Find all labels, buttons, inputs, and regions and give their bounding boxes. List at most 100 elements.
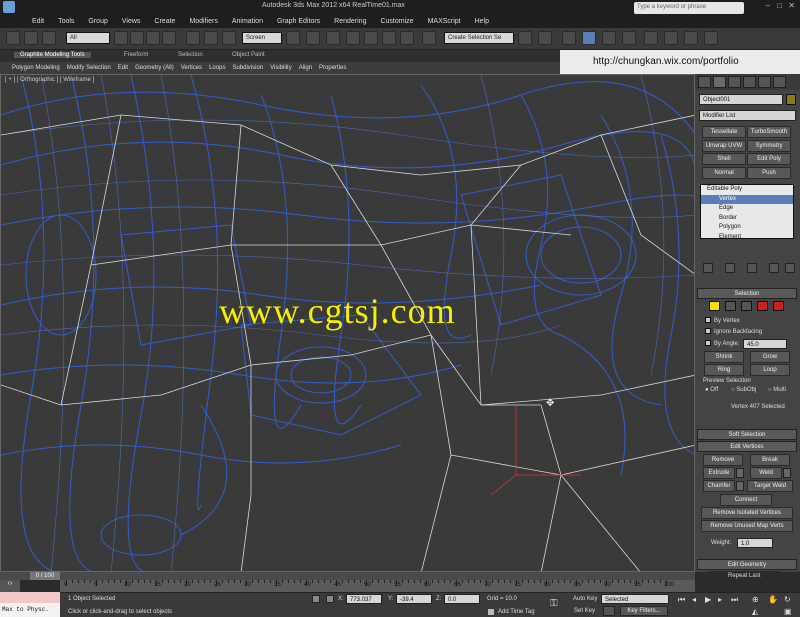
panel-subdivision[interactable]: Subdivision xyxy=(232,65,263,71)
mirror-icon[interactable] xyxy=(518,31,532,45)
extrude-settings-icon[interactable] xyxy=(736,468,744,478)
shrink-button[interactable]: Shrink xyxy=(704,351,744,363)
timeline-left-arrow-icon[interactable]: ‹› xyxy=(0,580,20,592)
ring-button[interactable]: Ring xyxy=(704,364,744,376)
modifier-turbosmooth-button[interactable]: TurboSmooth xyxy=(747,126,791,138)
object-color-swatch[interactable] xyxy=(786,94,796,105)
weld-settings-icon[interactable] xyxy=(783,468,791,478)
selection-region-icon[interactable] xyxy=(146,31,160,45)
preview-subobj-radio[interactable]: ○ SubObj xyxy=(731,387,756,393)
repeat-last-label[interactable]: Repeat Last xyxy=(728,573,760,579)
stack-item-border[interactable]: Border xyxy=(701,214,793,224)
panel-modify-selection[interactable]: Modify Selection xyxy=(67,65,111,71)
viewport-label[interactable]: [ + ] [ Orthographic ] [ Wireframe ] xyxy=(5,77,94,83)
connect-button[interactable]: Connect xyxy=(720,494,772,506)
menu-modifiers[interactable]: Modifiers xyxy=(189,18,217,25)
tab-freeform[interactable]: Freeform xyxy=(124,52,148,58)
field-of-view-icon[interactable]: ◭ xyxy=(752,607,758,616)
viewport-orthographic[interactable]: [ + ] [ Orthographic ] [ Wireframe ] www… xyxy=(0,74,695,572)
chamfer-button[interactable]: Chamfer xyxy=(703,480,735,492)
menu-customize[interactable]: Customize xyxy=(380,18,413,25)
menu-group[interactable]: Group xyxy=(88,18,107,25)
motion-tab-icon[interactable] xyxy=(743,76,756,88)
by-vertex-checkbox[interactable]: By Vertex xyxy=(705,317,740,324)
search-input[interactable]: Type a keyword or phrase xyxy=(634,2,744,14)
extrude-button[interactable]: Extrude xyxy=(703,467,735,479)
preview-off-radio[interactable]: ● Off xyxy=(705,387,718,393)
menu-maxscript[interactable]: MAXScript xyxy=(428,18,461,25)
panel-align[interactable]: Align xyxy=(299,65,312,71)
rendered-frame-icon[interactable] xyxy=(684,31,698,45)
weight-value-field[interactable]: 1.0 xyxy=(737,538,773,548)
make-unique-icon[interactable] xyxy=(747,263,757,273)
named-selection-dropdown[interactable]: Create Selection Se xyxy=(444,32,514,44)
menu-tools[interactable]: Tools xyxy=(58,18,74,25)
layer-manager-icon[interactable] xyxy=(562,31,576,45)
align-icon[interactable] xyxy=(538,31,552,45)
time-tag-icon[interactable] xyxy=(488,609,494,615)
window-minimize-icon[interactable]: – xyxy=(766,1,770,10)
material-editor-icon[interactable] xyxy=(644,31,658,45)
polygon-mode-icon[interactable] xyxy=(757,301,768,311)
weld-button[interactable]: Weld xyxy=(750,467,782,479)
panel-loops[interactable]: Loops xyxy=(209,65,225,71)
play-icon[interactable]: ▶ xyxy=(705,595,711,604)
panel-polygon-modeling[interactable]: Polygon Modeling xyxy=(12,65,60,71)
panel-edit[interactable]: Edit xyxy=(118,65,128,71)
set-key-button[interactable]: Set Key xyxy=(574,608,595,614)
vertex-mode-icon[interactable] xyxy=(709,301,720,311)
panel-geometry-all[interactable]: Geometry (All) xyxy=(135,65,174,71)
snaps-toggle-icon[interactable] xyxy=(346,31,360,45)
edit-vertices-rollout-header[interactable]: Edit Vertices xyxy=(697,441,797,452)
panel-vertices[interactable]: Vertices xyxy=(181,65,202,71)
configure-sets-icon[interactable] xyxy=(785,263,795,273)
absolute-mode-icon[interactable] xyxy=(326,595,334,603)
panel-visibility[interactable]: Visibility xyxy=(270,65,292,71)
show-end-result-icon[interactable] xyxy=(725,263,735,273)
undo-icon[interactable] xyxy=(6,31,20,45)
rotate-icon[interactable] xyxy=(204,31,218,45)
set-key-icon[interactable] xyxy=(603,606,615,616)
window-maximize-icon[interactable]: □ xyxy=(777,1,782,10)
remove-button[interactable]: Remove xyxy=(703,454,743,466)
remove-unused-map-verts-button[interactable]: Remove Unused Map Verts xyxy=(701,520,793,532)
y-coordinate-field[interactable]: -39.4 xyxy=(396,594,432,604)
add-time-tag[interactable]: Add Time Tag xyxy=(498,609,535,615)
percent-snap-icon[interactable] xyxy=(382,31,396,45)
edit-named-selection-icon[interactable] xyxy=(422,31,436,45)
menu-edit[interactable]: Edit xyxy=(32,18,44,25)
edit-geometry-rollout-header[interactable]: Edit Geometry xyxy=(697,559,797,570)
modifier-symmetry-button[interactable]: Symmetry xyxy=(747,140,791,152)
select-object-icon[interactable] xyxy=(114,31,128,45)
maximize-viewport-icon[interactable]: ▣ xyxy=(784,607,792,616)
select-by-name-icon[interactable] xyxy=(130,31,144,45)
keyboard-shortcut-icon[interactable] xyxy=(326,31,340,45)
prev-frame-icon[interactable]: ◂ xyxy=(692,595,696,604)
grow-button[interactable]: Grow xyxy=(750,351,790,363)
menu-create[interactable]: Create xyxy=(154,18,175,25)
z-coordinate-field[interactable]: 0.0 xyxy=(444,594,480,604)
tab-graphite-modeling-tools[interactable]: Graphite Modeling Tools xyxy=(14,52,91,58)
reference-coordinate-dropdown[interactable]: Screen xyxy=(242,32,282,44)
modifier-tessellate-button[interactable]: Tessellate xyxy=(702,126,746,138)
stack-item-element[interactable]: Element xyxy=(701,233,793,243)
key-icon[interactable]: ⚿ xyxy=(550,598,558,609)
orbit-icon[interactable]: ↻ xyxy=(784,595,791,604)
soft-selection-rollout-header[interactable]: Soft Selection xyxy=(697,429,797,440)
render-production-icon[interactable] xyxy=(704,31,718,45)
selection-rollout-header[interactable]: Selection xyxy=(697,288,797,299)
chamfer-settings-icon[interactable] xyxy=(736,481,744,491)
goto-start-icon[interactable]: ⏮ xyxy=(678,595,685,605)
x-coordinate-field[interactable]: 773.037 xyxy=(346,594,382,604)
stack-item-edge[interactable]: Edge xyxy=(701,204,793,214)
modifier-push-button[interactable]: Push xyxy=(747,167,791,179)
display-tab-icon[interactable] xyxy=(758,76,771,88)
link-icon[interactable] xyxy=(24,31,38,45)
menu-animation[interactable]: Animation xyxy=(232,18,263,25)
element-mode-icon[interactable] xyxy=(773,301,784,311)
unlink-icon[interactable] xyxy=(42,31,56,45)
ignore-backfacing-checkbox[interactable]: Ignore Backfacing xyxy=(705,328,762,335)
schematic-view-icon[interactable] xyxy=(622,31,636,45)
border-mode-icon[interactable] xyxy=(741,301,752,311)
remove-isolated-vertices-button[interactable]: Remove Isolated Vertices xyxy=(701,507,793,519)
